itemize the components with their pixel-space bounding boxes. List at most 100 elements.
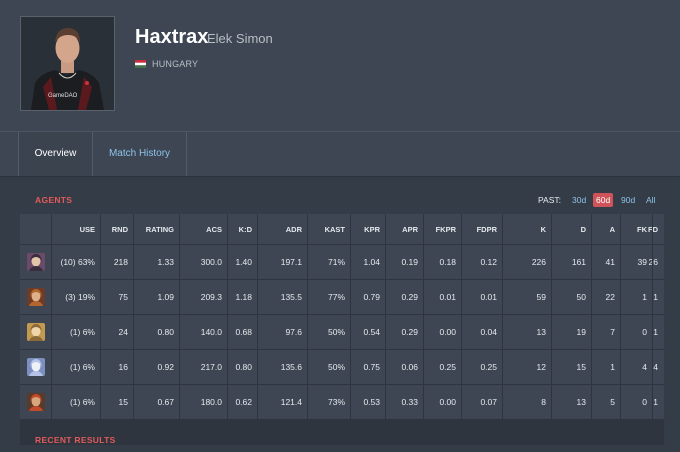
cell-kpr: 0.75 <box>363 362 380 372</box>
cell-rnd: 15 <box>118 397 128 407</box>
cell-rnd: 24 <box>118 327 128 337</box>
cell-fd: 4 <box>653 362 658 372</box>
cell-a: 1 <box>610 362 615 372</box>
past-option-all[interactable]: All <box>646 195 655 205</box>
agents-section-title: AGENTS <box>35 195 73 205</box>
agent-icon-1 <box>27 253 45 271</box>
tab-overview[interactable]: Overview <box>18 132 93 176</box>
cell-use: (1) 6% <box>69 397 95 407</box>
cell-fkpr: 0.18 <box>439 257 456 267</box>
column-divider <box>620 214 621 445</box>
cell-d: 161 <box>571 257 586 267</box>
cell-adr: 135.6 <box>280 362 302 372</box>
cell-kpr: 0.79 <box>363 292 380 302</box>
cell-adr: 197.1 <box>280 257 302 267</box>
cell-a: 5 <box>610 397 615 407</box>
cell-fd: 1 <box>653 397 658 407</box>
past-option-90d[interactable]: 90d <box>621 195 635 205</box>
cell-rating: 0.92 <box>157 362 174 372</box>
agents-stats-table: USE RND RATING ACS K:D ADR KAST KPR APR FKPR FDPR K… <box>20 214 664 445</box>
agent-icon-2 <box>27 288 45 306</box>
cell-k: 226 <box>531 257 546 267</box>
player-real-name: Elek Simon <box>207 31 273 46</box>
cell-kast: 50% <box>327 362 345 372</box>
column-divider <box>591 214 592 445</box>
column-divider <box>502 214 503 445</box>
player-alias: Haxtrax <box>135 26 209 48</box>
tab-match-history[interactable]: Match History <box>93 132 187 176</box>
cell-fkpr: 0.01 <box>439 292 456 302</box>
header-rating: RATING <box>145 224 174 234</box>
column-divider <box>227 214 228 445</box>
cell-fkpr: 0.00 <box>439 327 456 337</box>
cell-fdpr: 0.04 <box>480 327 497 337</box>
cell-fd: 1 <box>653 292 658 302</box>
cell-fdpr: 0.25 <box>480 362 497 372</box>
header-apr: APR <box>402 224 418 234</box>
photo-shirt-text: GameDAO <box>48 93 78 99</box>
cell-k: 59 <box>536 292 546 302</box>
cell-fdpr: 0.07 <box>480 397 497 407</box>
cell-kast: 73% <box>327 397 345 407</box>
cell-a: 41 <box>605 257 615 267</box>
column-divider <box>51 214 52 445</box>
header-a: A <box>609 224 615 234</box>
table-row: (1) 6% 16 0.92 217.0 0.80 135.6 50% 0.75 0.06 0.2… <box>20 350 664 384</box>
column-divider <box>179 214 180 445</box>
cell-kast: 77% <box>327 292 345 302</box>
cell-k: 12 <box>536 362 546 372</box>
header-k: K <box>540 224 546 234</box>
table-row: (3) 19% 75 1.09 209.3 1.18 135.5 77% 0.79 0.29 0.… <box>20 280 664 314</box>
recent-results-title: RECENT RESULTS <box>35 435 116 445</box>
cell-rnd: 218 <box>113 257 128 267</box>
cell-fkpr: 0.00 <box>439 397 456 407</box>
column-divider <box>350 214 351 445</box>
cell-rating: 0.80 <box>157 327 174 337</box>
cell-use: (1) 6% <box>69 327 95 337</box>
cell-adr: 97.6 <box>285 327 302 337</box>
header-rnd: RND <box>111 224 128 234</box>
table-row: (1) 6% 24 0.80 140.0 0.68 97.6 50% 0.54 0.29 0.00… <box>20 315 664 349</box>
header-kpr: KPR <box>364 224 380 234</box>
cell-kpr: 0.53 <box>363 397 380 407</box>
header-fkpr: FKPR <box>435 224 456 234</box>
cell-fd: 1 <box>653 327 658 337</box>
past-option-60d[interactable]: 60d <box>593 193 614 207</box>
cell-apr: 0.29 <box>401 292 418 302</box>
header-acs: ACS <box>206 224 222 234</box>
cell-acs: 209.3 <box>200 292 222 302</box>
player-country: HUNGARY <box>152 59 199 69</box>
table-header-row: USE RND RATING ACS K:D ADR KAST KPR APR FKPR FDPR K… <box>20 214 664 244</box>
header-agent <box>20 214 52 244</box>
cell-kpr: 1.04 <box>363 257 380 267</box>
agent-icon-5 <box>27 393 45 411</box>
cell-d: 50 <box>576 292 586 302</box>
player-photo: GameDAO <box>20 16 115 111</box>
cell-acs: 217.0 <box>200 362 222 372</box>
cell-fk: 1 <box>642 292 647 302</box>
column-divider <box>307 214 308 445</box>
cell-a: 7 <box>610 327 615 337</box>
cell-fk: 0 <box>642 397 647 407</box>
cell-adr: 121.4 <box>280 397 302 407</box>
agent-icon-4 <box>27 358 45 376</box>
cell-d: 13 <box>576 397 586 407</box>
header-fd: FD <box>648 224 658 234</box>
cell-acs: 140.0 <box>200 327 222 337</box>
cell-adr: 135.5 <box>280 292 302 302</box>
column-divider <box>385 214 386 445</box>
header-kast: KAST <box>324 224 345 234</box>
cell-fdpr: 0.01 <box>480 292 497 302</box>
agent-icon-3 <box>27 323 45 341</box>
column-divider <box>423 214 424 445</box>
cell-k: 13 <box>536 327 546 337</box>
cell-acs: 180.0 <box>200 397 222 407</box>
column-divider <box>461 214 462 445</box>
cell-fd: 26 <box>648 257 658 267</box>
column-divider <box>257 214 258 445</box>
cell-rating: 1.33 <box>157 257 174 267</box>
cell-use: (3) 19% <box>65 292 95 302</box>
hungary-flag-icon <box>135 60 146 68</box>
cell-rating: 1.09 <box>157 292 174 302</box>
past-option-30d[interactable]: 30d <box>572 195 586 205</box>
